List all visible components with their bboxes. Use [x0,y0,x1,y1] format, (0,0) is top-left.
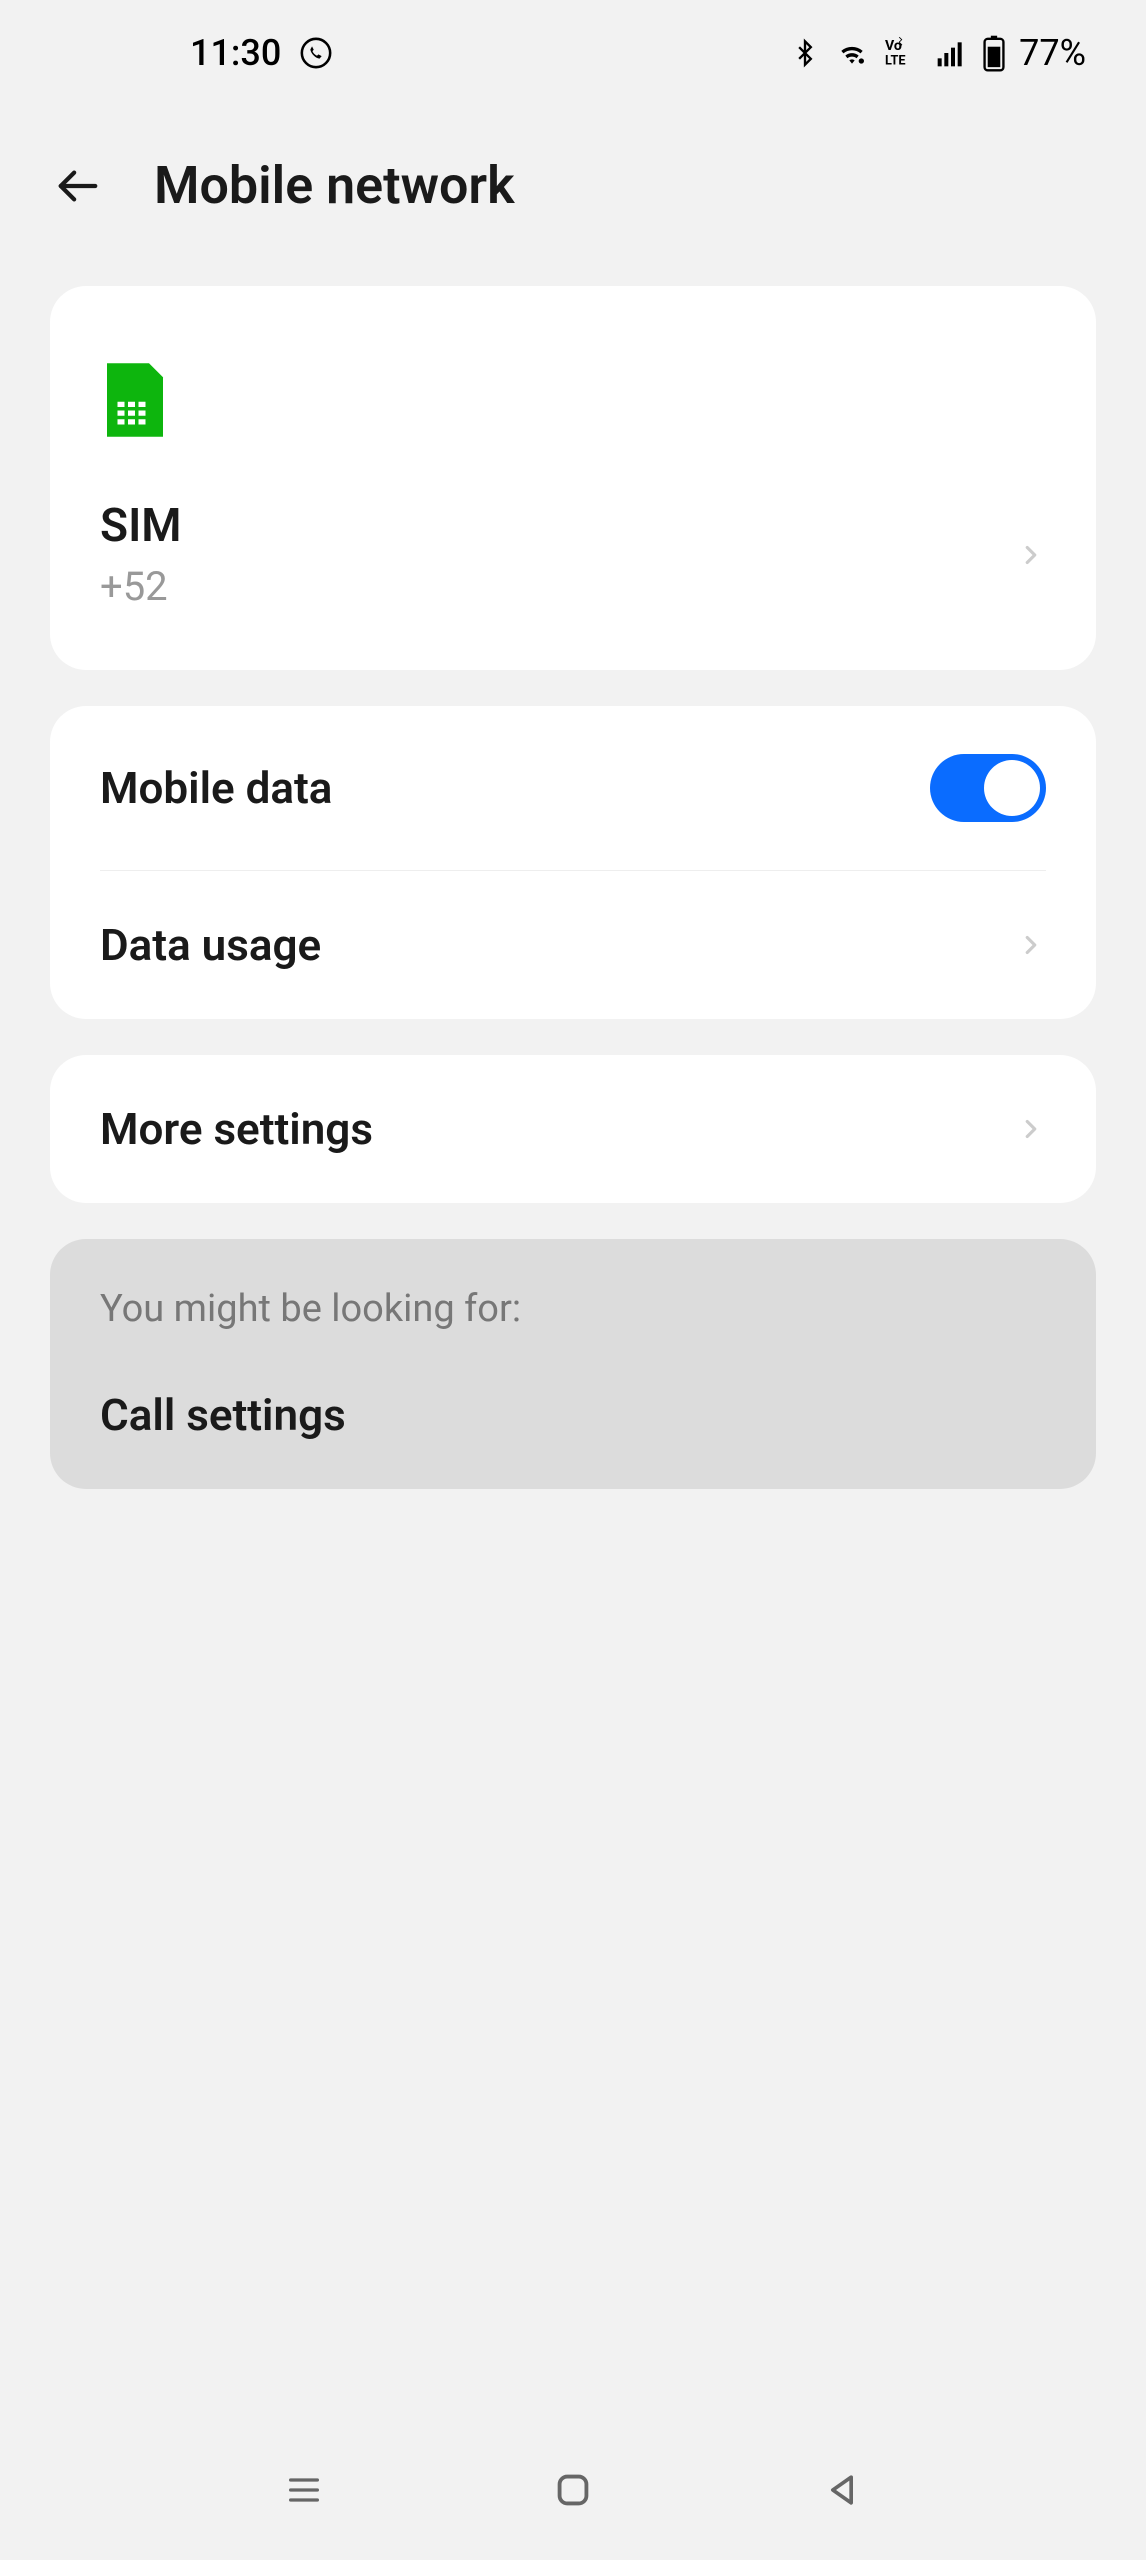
suggestion-card: You might be looking for: Call settings [50,1239,1096,1489]
sim-label: SIM [100,499,1016,553]
data-settings-card: Mobile data Data usage [50,706,1096,1019]
chevron-right-icon [1016,540,1046,570]
chevron-right-icon [1016,930,1046,960]
triangle-left-icon [820,2468,864,2512]
sim-number: +52 [100,563,1016,610]
wifi-icon [833,37,871,69]
arrow-left-icon [50,163,106,209]
mobile-data-toggle[interactable] [930,754,1046,822]
status-time: 11:30 [190,32,281,74]
more-settings-label: More settings [100,1103,1016,1155]
toggle-knob [984,760,1040,816]
chevron-right-icon [1016,1114,1046,1144]
battery-percent: 77% [1019,32,1086,74]
bluetooth-icon [791,35,819,71]
status-left: 11:30 [190,32,333,74]
mobile-data-label: Mobile data [100,762,930,814]
sim-icon [100,356,1046,444]
whatsapp-icon [299,36,333,70]
recents-button[interactable] [276,2462,332,2518]
battery-icon [983,34,1005,72]
square-icon [550,2467,596,2513]
status-right: Vo LTE 77% [791,32,1086,74]
suggestion-hint: You might be looking for: [100,1287,1046,1331]
volte-icon: Vo LTE [885,36,919,70]
more-settings-row[interactable]: More settings [50,1055,1096,1203]
home-button[interactable] [545,2462,601,2518]
back-nav-button[interactable] [814,2462,870,2518]
data-usage-row[interactable]: Data usage [50,871,1096,1019]
sim-info: SIM +52 [100,499,1016,610]
page-title: Mobile network [154,155,515,216]
svg-text:Vo: Vo [885,38,902,54]
svg-text:LTE: LTE [885,53,906,68]
more-settings-card: More settings [50,1055,1096,1203]
navigation-bar [0,2420,1146,2560]
status-bar: 11:30 Vo LTE [0,0,1146,95]
back-button[interactable] [50,158,106,214]
sim-card[interactable]: SIM +52 [50,286,1096,670]
signal-icon [933,37,969,69]
suggestion-item[interactable]: Call settings [100,1389,1046,1441]
mobile-data-row[interactable]: Mobile data [50,706,1096,870]
header: Mobile network [0,95,1146,286]
data-usage-label: Data usage [100,919,1016,971]
menu-icon [279,2470,329,2510]
